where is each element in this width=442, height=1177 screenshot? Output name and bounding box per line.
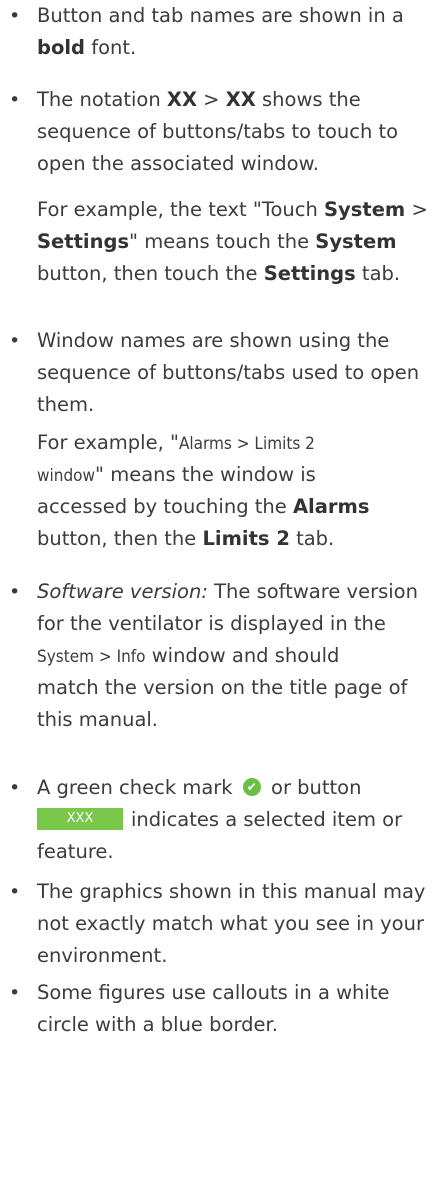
bullet: • — [9, 777, 21, 799]
text-line: this manual. — [37, 704, 437, 736]
text-line: The graphics shown in this manual may — [37, 876, 437, 908]
text-line: feature. — [37, 836, 437, 868]
text-run: accessed by touching the — [37, 495, 293, 518]
text-line: them. — [37, 389, 437, 421]
bold-text: System — [315, 230, 397, 253]
text-line: Button and tab names are shown in a — [37, 0, 437, 32]
text-run: tab. — [355, 262, 401, 285]
text-line: XXX indicates a selected item or — [37, 804, 437, 836]
text-line: circle with a blue border. — [37, 1009, 437, 1041]
italic-text: Software version: — [37, 580, 208, 603]
text-run: window and should — [145, 644, 340, 667]
text-run: open the associated window. — [37, 152, 319, 175]
text-line: bold font. — [37, 32, 437, 64]
bold-text: Settings — [263, 262, 356, 285]
bullet: • — [9, 581, 21, 603]
item-text: Button and tab names are shown in a bold… — [37, 0, 437, 64]
text-line: A green check mark ✔ or button — [37, 772, 437, 804]
bold-text: System — [324, 198, 406, 221]
text-line: accessed by touching the Alarms — [37, 491, 437, 523]
text-run: The graphics shown in this manual may — [37, 880, 426, 903]
text-line: System > Info window and should — [37, 640, 437, 672]
bold-text: XX — [225, 88, 256, 111]
text-run: them. — [37, 393, 95, 416]
bullet: • — [9, 330, 21, 352]
text-line: open the associated window. — [37, 148, 437, 180]
bold-text: Settings — [37, 230, 130, 253]
text-run: not exactly match what you see in your — [37, 912, 424, 935]
text-line: Some figures use callouts in a white — [37, 977, 437, 1009]
bullet: • — [9, 89, 21, 111]
text-run: font. — [85, 36, 137, 59]
text-run: environment. — [37, 944, 168, 967]
text-line: The notation XX > XX shows the — [37, 84, 437, 116]
item-text: Window names are shown using the sequenc… — [37, 325, 437, 555]
text-line: environment. — [37, 940, 437, 972]
bold-text: Alarms — [292, 495, 370, 518]
text-run: or button — [264, 776, 362, 799]
text-line: sequence of buttons/tabs to touch to — [37, 116, 437, 148]
text-run: " means the window is — [95, 463, 316, 486]
text-run: for the ventilator is displayed in the — [37, 612, 386, 635]
text-run: Window names are shown using the — [37, 329, 390, 352]
check-icon: ✔ — [242, 777, 261, 796]
bold-text: bold — [37, 36, 85, 59]
text-run: > — [196, 88, 226, 111]
item-text: The graphics shown in this manual may no… — [37, 876, 437, 972]
item-text: Software version: The software version f… — [37, 576, 437, 736]
text-run: sequence of buttons/tabs to touch to — [37, 120, 399, 143]
text-run: A green check mark — [37, 776, 239, 799]
window-name: Alarms > Limits 2 — [178, 434, 315, 454]
text-run: For example, " — [37, 431, 179, 454]
text-run: Some figures use callouts in a white — [37, 981, 390, 1004]
text-line: Settings" means touch the System — [37, 226, 437, 258]
item-text: Some figures use callouts in a white cir… — [37, 977, 437, 1041]
text-run: " means touch the — [129, 230, 316, 253]
text-run: this manual. — [37, 708, 159, 731]
window-name: System > Info — [37, 647, 146, 667]
text-run: shows the — [255, 88, 361, 111]
bullet: • — [9, 881, 21, 903]
text-run: indicates a selected item or — [131, 808, 403, 831]
text-run: For example, the text "Touch — [37, 198, 325, 221]
text-line: not exactly match what you see in your — [37, 908, 437, 940]
text-line: Window names are shown using the — [37, 325, 437, 357]
text-line: sequence of buttons/tabs used to open — [37, 357, 437, 389]
text-line: match the version on the title page of — [37, 672, 437, 704]
text-run: tab. — [289, 527, 335, 550]
item-text: The notation XX > XX shows the sequence … — [37, 84, 437, 290]
text-line: button, then touch the Settings tab. — [37, 258, 437, 290]
text-run: match the version on the title page of — [37, 676, 408, 699]
text-line: Software version: The software version — [37, 576, 437, 608]
text-line: For example, "Alarms > Limits 2 — [37, 427, 437, 459]
bullet: • — [9, 982, 21, 1004]
text-run: The notation — [37, 88, 167, 111]
document-page: • Button and tab names are shown in a bo… — [0, 0, 442, 1177]
text-run: sequence of buttons/tabs used to open — [37, 361, 420, 384]
item-text: A green check mark ✔ or button XXX indica… — [37, 772, 437, 868]
text-run: button, then the — [37, 527, 203, 550]
text-line: button, then the Limits 2 tab. — [37, 523, 437, 555]
text-line: For example, the text "Touch System > — [37, 194, 437, 226]
text-run: The software version — [207, 580, 418, 603]
selected-button-sample: XXX — [37, 807, 123, 830]
text-run: circle with a blue border. — [37, 1013, 278, 1036]
text-run: > — [405, 198, 428, 221]
bullet: • — [9, 5, 21, 27]
window-name: window — [37, 466, 96, 486]
text-run: feature. — [37, 840, 114, 863]
text-line: for the ventilator is displayed in the — [37, 608, 437, 640]
bold-text: Limits 2 — [202, 527, 290, 550]
bold-text: XX — [166, 88, 197, 111]
text-run: Button and tab names are shown in a — [37, 4, 404, 27]
text-run: button, then touch the — [37, 262, 264, 285]
text-line: window" means the window is — [37, 459, 437, 491]
